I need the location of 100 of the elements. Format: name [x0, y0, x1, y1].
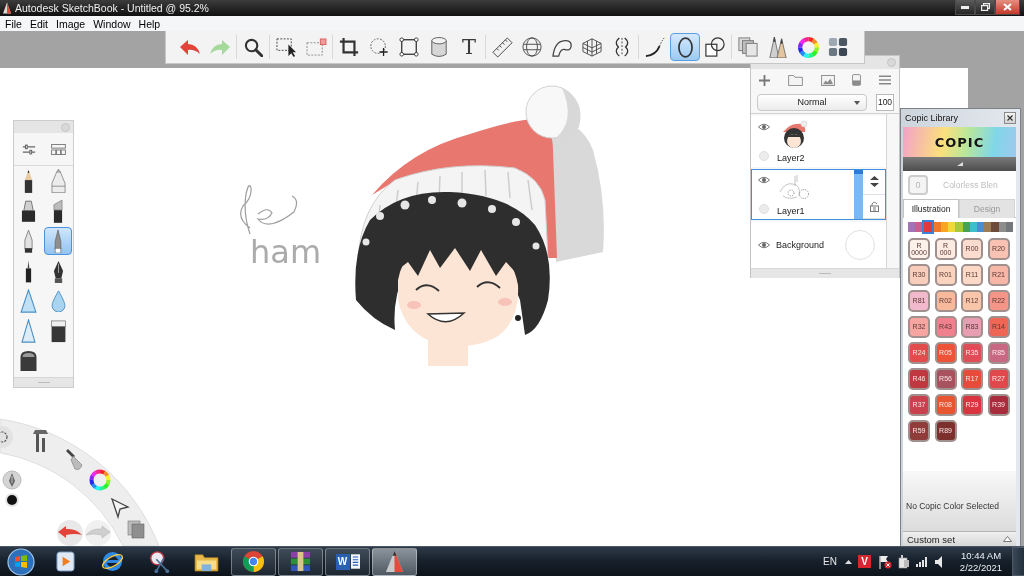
curve-stroke-icon [645, 37, 665, 57]
fineliner-icon [24, 259, 32, 283]
visibility-toggle[interactable] [757, 176, 770, 184]
pen-nib-icon[interactable] [2, 470, 22, 490]
bucket-icon [430, 36, 448, 58]
half-filled-rectangle-icon [852, 74, 862, 86]
panel-grip[interactable] [14, 377, 73, 387]
undo-icon [180, 39, 200, 55]
add-image-button[interactable] [820, 74, 835, 86]
layer-name: Background [776, 240, 825, 250]
layer-toggle[interactable] [758, 151, 769, 161]
menu-item[interactable]: Help [134, 17, 165, 30]
minimize-button[interactable] [955, 0, 975, 15]
power-plug-icon [898, 554, 910, 569]
color-family-swatch[interactable] [908, 221, 916, 232]
add-group-button[interactable] [787, 74, 803, 86]
brush-library-button[interactable] [50, 143, 66, 155]
layer-row[interactable]: Layer2 [751, 116, 886, 167]
panel-title: Copic Library [905, 113, 959, 123]
menu-button[interactable] [879, 75, 891, 85]
expand-triangle-icon [1003, 536, 1012, 542]
corner-handles-icon [399, 37, 419, 57]
play-tile-icon [55, 551, 76, 572]
layer-row[interactable]: Background [751, 222, 886, 268]
clock-button[interactable]: 10:44 AM 2/22/2021 [954, 547, 1008, 576]
visibility-toggle[interactable] [757, 241, 770, 249]
brush-properties-button[interactable] [21, 143, 36, 155]
image-icon [820, 74, 835, 86]
menu-item[interactable]: Edit [25, 17, 52, 30]
visibility-toggle[interactable] [757, 123, 770, 131]
cursor-arrow-icon[interactable] [110, 497, 130, 520]
taskbar-app-button[interactable] [278, 547, 323, 576]
color-family-swatch[interactable] [915, 221, 923, 232]
tray-button[interactable] [916, 556, 929, 567]
eye-icon [757, 123, 770, 131]
undo-icon[interactable] [57, 520, 83, 546]
background-color-swatch[interactable] [845, 230, 875, 260]
tray-button[interactable] [935, 555, 944, 568]
color-family-swatch[interactable] [969, 221, 977, 232]
menu-item[interactable]: Image [52, 17, 90, 30]
settings-icon[interactable] [0, 426, 13, 448]
start-orb-icon [7, 547, 35, 576]
ballpoint-pen-icon [23, 229, 33, 253]
layer-fill-button[interactable] [852, 74, 862, 86]
crop-icon [339, 37, 359, 57]
color-family-swatch[interactable] [948, 221, 956, 232]
language-indicator[interactable]: EN [823, 556, 837, 567]
opacity-field[interactable]: 100 [876, 93, 894, 111]
color-family-swatch[interactable] [962, 221, 970, 232]
eye-icon [757, 176, 770, 184]
show-hidden-icons-button[interactable] [845, 559, 852, 564]
sliders-icon [21, 143, 36, 155]
color-family-swatch[interactable] [940, 221, 949, 232]
custom-set-bar[interactable]: Custom set [903, 531, 1016, 546]
blend-mode-dropdown[interactable]: Normal [757, 93, 867, 111]
triangle-icon [19, 289, 37, 313]
color-family-swatch[interactable] [1005, 221, 1014, 232]
folder-icon [194, 551, 219, 572]
marker-icon [20, 200, 36, 222]
paintbrush-icon[interactable] [66, 449, 83, 470]
pencil-icon [22, 169, 34, 193]
rounded-eraser-icon [18, 350, 38, 372]
text-tool-button[interactable]: T [454, 33, 484, 61]
flag-alert-icon [878, 554, 892, 569]
color-family-swatch[interactable] [991, 221, 999, 232]
speaker-icon [935, 555, 944, 568]
tab[interactable]: Illustration [903, 199, 959, 218]
color-wheel-icon[interactable] [89, 469, 111, 491]
taskbar-app-button[interactable]: W [325, 547, 370, 576]
tools-icon[interactable] [33, 430, 48, 452]
letter-tile[interactable]: V [858, 555, 871, 568]
add-layer-button[interactable] [759, 74, 770, 86]
color-family-swatch[interactable] [984, 221, 992, 232]
taskbar-app-button[interactable] [372, 547, 417, 576]
layer-row[interactable]: Layer1 [751, 169, 886, 220]
signal-bars-icon [916, 556, 929, 567]
color-family-swatch[interactable] [933, 221, 941, 232]
color-family-swatch[interactable] [922, 219, 934, 234]
color-family-swatch[interactable] [976, 221, 985, 232]
menu-item[interactable]: File [1, 17, 26, 30]
color-family-swatch[interactable] [998, 221, 1006, 232]
maximize-button[interactable] [975, 0, 995, 15]
brush-dot-icon[interactable] [5, 493, 19, 507]
pencil-cone-icon [384, 550, 405, 573]
taskbar-app-button[interactable] [231, 547, 276, 576]
selection-rectangle-icon [275, 37, 297, 57]
close-button[interactable] [995, 0, 1020, 15]
letter-tile: W [335, 553, 350, 570]
color-family-swatch[interactable] [955, 221, 963, 232]
handwritten-text: ham [250, 233, 322, 271]
menu-item[interactable]: Window [89, 17, 135, 30]
panel-grip[interactable] [751, 268, 899, 278]
close-button[interactable] [1004, 112, 1016, 124]
tray-button[interactable] [878, 554, 892, 569]
ellipse-tool-button[interactable] [670, 33, 700, 61]
water-drop-icon [50, 290, 66, 312]
layer-toggle[interactable] [758, 204, 769, 214]
plus-icon [759, 74, 770, 86]
tray-button[interactable] [898, 554, 910, 569]
grid-icon [50, 143, 66, 155]
